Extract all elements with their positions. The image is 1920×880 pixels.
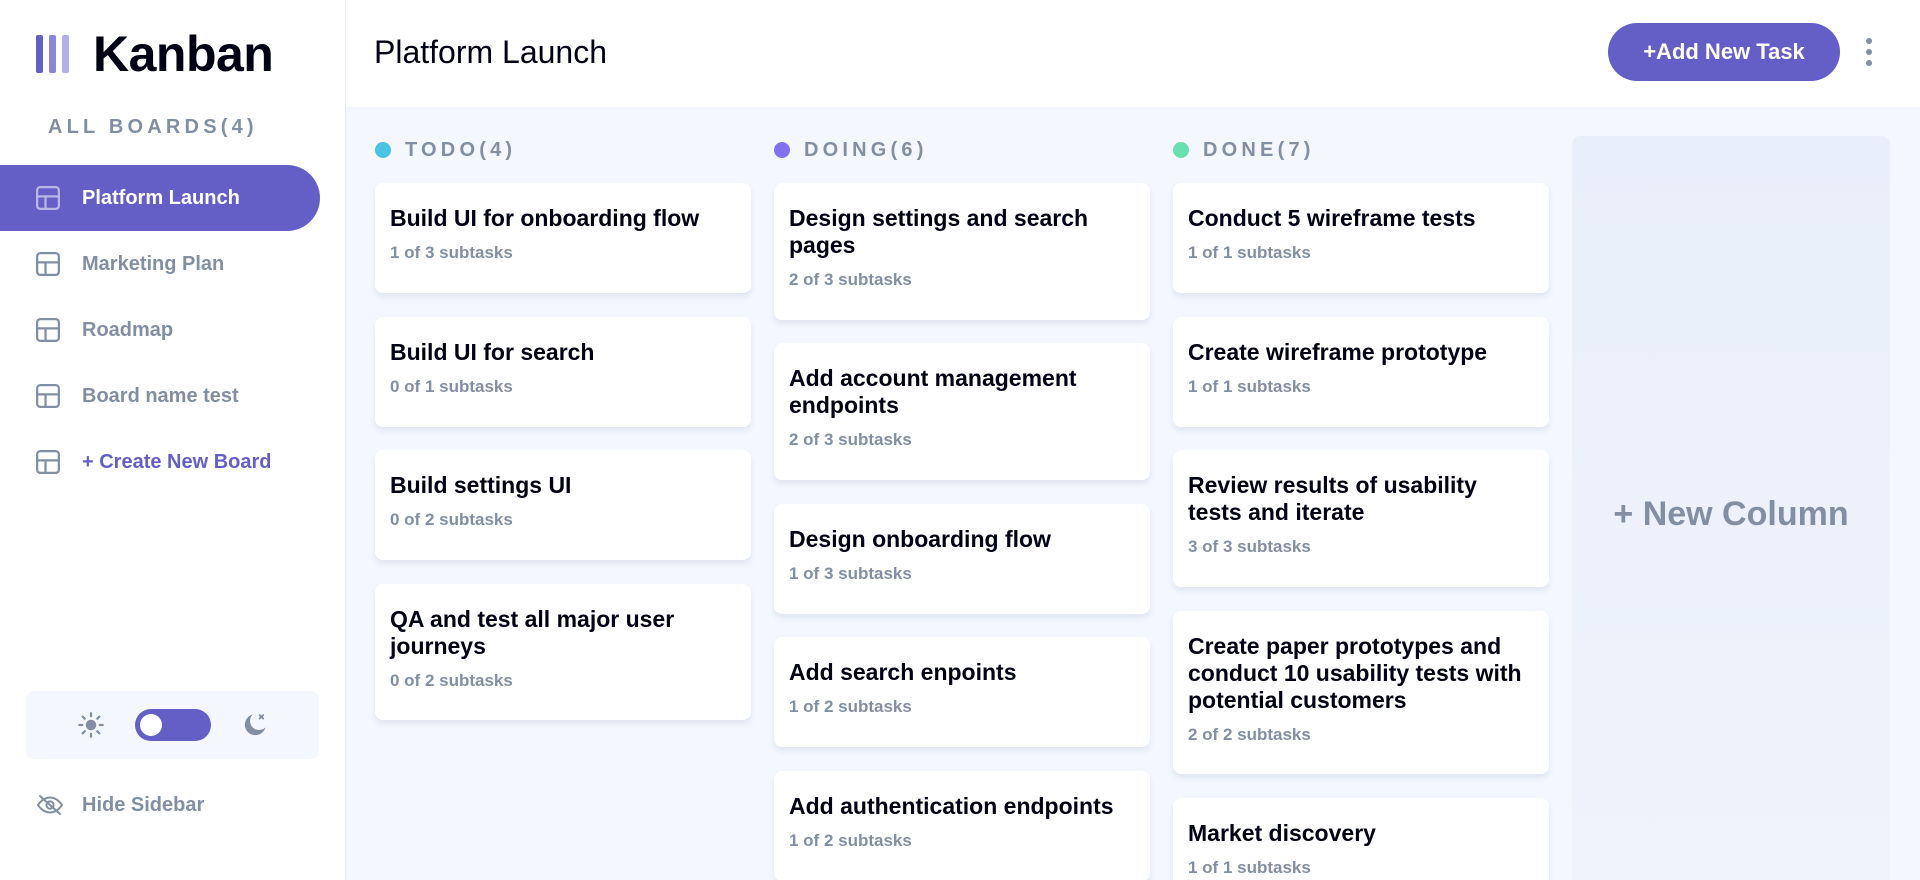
task-title: Build settings UI	[390, 472, 572, 498]
theme-switch-knob	[139, 714, 162, 736]
status-dot	[375, 142, 391, 158]
task-title: Create paper prototypes and conduct 10 u…	[1188, 633, 1522, 713]
sidebar-item-marketing-plan[interactable]: Marketing Plan	[0, 231, 320, 297]
app-logo: Kanban	[36, 26, 274, 82]
theme-switch[interactable]	[134, 709, 211, 741]
task-subtasks: 1 of 2 subtasks	[789, 697, 912, 716]
top-header: Platform Launch +Add New Task	[346, 0, 1920, 107]
sidebar-item-label: Roadmap	[82, 318, 174, 341]
task-title: Market discovery	[1188, 820, 1376, 846]
create-new-board-label: + Create New Board	[82, 450, 272, 473]
status-dot	[774, 142, 790, 158]
task-card[interactable]: Add authentication endpoints 1 of 2 subt…	[774, 771, 1150, 880]
task-card[interactable]: Add account management endpoints 2 of 3 …	[774, 343, 1150, 480]
task-subtasks: 3 of 3 subtasks	[1188, 537, 1311, 556]
task-title: Design onboarding flow	[789, 526, 1051, 552]
column-header: TODO(4)	[375, 137, 516, 163]
sidebar-item-label: Platform Launch	[82, 186, 240, 209]
task-title: Review results of usability tests and it…	[1188, 472, 1477, 525]
task-title: Add search enpoints	[789, 659, 1017, 685]
page-title: Platform Launch	[374, 34, 608, 70]
task-card[interactable]: Build settings UI 0 of 2 subtasks	[375, 450, 751, 560]
board-icon	[36, 186, 60, 210]
column-title: DONE(7)	[1203, 138, 1315, 161]
board-icon	[36, 384, 60, 408]
task-subtasks: 1 of 3 subtasks	[390, 243, 513, 262]
task-title: Conduct 5 wireframe tests	[1188, 205, 1476, 231]
column-header: DONE(7)	[1173, 137, 1315, 163]
task-subtasks: 2 of 3 subtasks	[789, 270, 912, 289]
task-title: QA and test all major user journeys	[390, 606, 675, 659]
task-subtasks: 2 of 2 subtasks	[1188, 725, 1311, 744]
task-card[interactable]: QA and test all major user journeys 0 of…	[375, 584, 751, 720]
moon-icon	[241, 711, 269, 739]
eye-slash-icon	[36, 795, 64, 815]
task-subtasks: 1 of 1 subtasks	[1188, 243, 1311, 262]
task-subtasks: 1 of 2 subtasks	[789, 831, 912, 850]
board-list: Platform Launch Marketing Plan Roadmap B…	[0, 165, 320, 495]
new-column-label: + New Column	[1613, 494, 1849, 533]
board-area: TODO(4) Build UI for onboarding flow 1 o…	[346, 107, 1920, 880]
sidebar-item-label: Marketing Plan	[82, 252, 225, 275]
task-card[interactable]: Review results of usability tests and it…	[1173, 450, 1549, 587]
status-dot	[1173, 142, 1189, 158]
task-card[interactable]: Design onboarding flow 1 of 3 subtasks	[774, 504, 1150, 614]
hide-sidebar-label: Hide Sidebar	[82, 793, 205, 816]
app-name: Kanban	[93, 26, 274, 82]
sidebar-item-roadmap[interactable]: Roadmap	[0, 297, 320, 363]
task-subtasks: 2 of 3 subtasks	[789, 430, 912, 449]
task-card[interactable]: Add search enpoints 1 of 2 subtasks	[774, 637, 1150, 747]
sidebar: Kanban ALL BOARDS(4) Platform Launch Mar…	[0, 0, 346, 880]
hide-sidebar-button[interactable]: Hide Sidebar	[36, 785, 204, 825]
task-title: Build UI for onboarding flow	[390, 205, 700, 231]
sidebar-item-board-name-test[interactable]: Board name test	[0, 363, 320, 429]
task-subtasks: 0 of 1 subtasks	[390, 377, 513, 396]
task-subtasks: 1 of 1 subtasks	[1188, 858, 1311, 877]
task-card[interactable]: Design settings and search pages 2 of 3 …	[774, 183, 1150, 320]
task-card[interactable]: Conduct 5 wireframe tests 1 of 1 subtask…	[1173, 183, 1549, 293]
sidebar-item-platform-launch[interactable]: Platform Launch	[0, 165, 320, 231]
task-title: Add account management endpoints	[789, 365, 1077, 418]
task-title: Design settings and search pages	[789, 205, 1089, 258]
column-header: DOING(6)	[774, 137, 928, 163]
board-icon	[36, 450, 60, 474]
task-card[interactable]: Create wireframe prototype 1 of 1 subtas…	[1173, 317, 1549, 427]
kanban-logo-icon	[36, 35, 69, 73]
task-title: Add authentication endpoints	[789, 793, 1114, 819]
task-card[interactable]: Build UI for search 0 of 1 subtasks	[375, 317, 751, 427]
task-title: Build UI for search	[390, 339, 595, 365]
create-new-board-button[interactable]: + Create New Board	[0, 429, 320, 495]
all-boards-heading: ALL BOARDS(4)	[48, 116, 258, 138]
sidebar-item-label: Board name test	[82, 384, 239, 407]
task-subtasks: 0 of 2 subtasks	[390, 510, 513, 529]
vertical-ellipsis-icon[interactable]	[1862, 36, 1876, 68]
task-card[interactable]: Build UI for onboarding flow 1 of 3 subt…	[375, 183, 751, 293]
task-subtasks: 1 of 3 subtasks	[789, 564, 912, 583]
add-new-task-button[interactable]: +Add New Task	[1608, 23, 1840, 81]
task-card[interactable]: Market discovery 1 of 1 subtasks	[1173, 798, 1549, 880]
column-title: DOING(6)	[804, 138, 928, 161]
task-subtasks: 1 of 1 subtasks	[1188, 377, 1311, 396]
task-card[interactable]: Create paper prototypes and conduct 10 u…	[1173, 611, 1549, 774]
column-title: TODO(4)	[405, 138, 517, 161]
board-icon	[36, 318, 60, 342]
task-subtasks: 0 of 2 subtasks	[390, 671, 513, 690]
sun-icon	[77, 711, 105, 739]
new-column-button[interactable]: + New Column	[1572, 136, 1890, 880]
board-icon	[36, 252, 60, 276]
task-title: Create wireframe prototype	[1188, 339, 1488, 365]
theme-toggle	[26, 691, 319, 759]
